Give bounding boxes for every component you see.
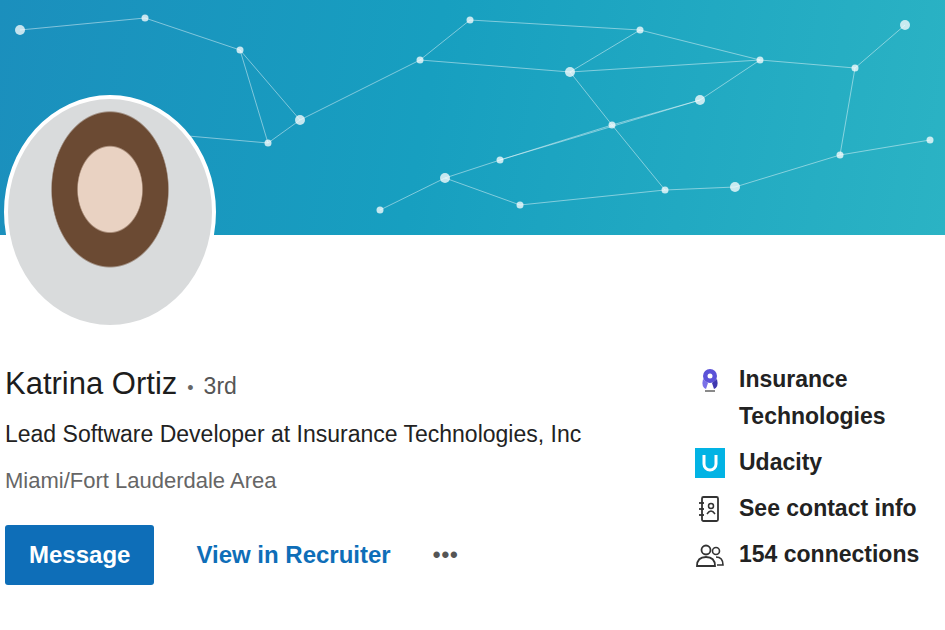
sidebar-item-label[interactable]: See contact info	[739, 490, 917, 527]
sidebar-item-label[interactable]: Udacity	[739, 444, 822, 481]
degree-separator: •	[187, 364, 193, 412]
profile-headline: Lead Software Developer at Insurance Tec…	[5, 418, 585, 451]
profile-page: Katrina Ortiz• 3rd Lead Software Developer…	[0, 0, 945, 630]
sidebar-item[interactable]: Insurance Technologies	[695, 361, 924, 435]
profile-name: Katrina Ortiz	[5, 360, 177, 408]
sidebar-item[interactable]: Udacity	[695, 444, 924, 481]
contact-book-icon	[697, 495, 723, 523]
sidebar-item[interactable]: 154 connections	[695, 536, 924, 573]
profile-location: Miami/Fort Lauderdale Area	[5, 465, 655, 497]
connections-people-icon	[695, 542, 725, 568]
message-button[interactable]: Message	[5, 525, 154, 585]
udacity-logo-icon	[695, 448, 725, 478]
sidebar-item-label[interactable]: Insurance Technologies	[739, 361, 924, 435]
company-logo-icon	[697, 367, 723, 393]
profile-photo[interactable]	[4, 95, 216, 329]
sidebar-item-label[interactable]: 154 connections	[739, 536, 919, 573]
more-button[interactable]: •••	[433, 542, 459, 568]
view-in-recruiter-link[interactable]: View in Recruiter	[196, 541, 390, 569]
connection-degree: 3rd	[204, 362, 237, 410]
sidebar-item[interactable]: See contact info	[695, 490, 924, 527]
